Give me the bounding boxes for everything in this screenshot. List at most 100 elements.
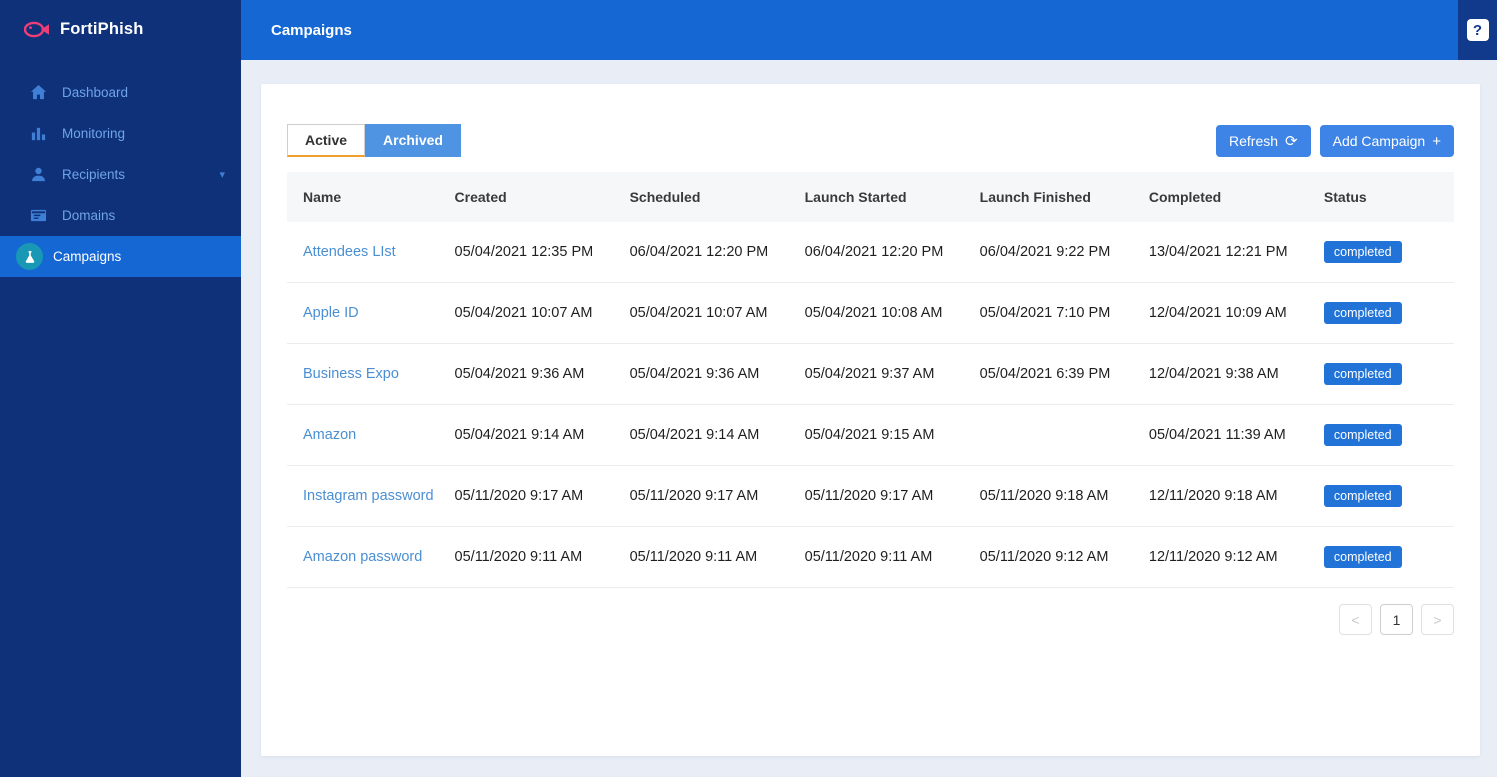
app-layout: FortiPhish Dashboard Monitoring Recipien… [0, 0, 1497, 777]
scheduled-cell: 06/04/2021 12:20 PM [619, 222, 795, 283]
sidebar-nav: Dashboard Monitoring Recipients ▾ Domain… [0, 72, 241, 277]
campaign-name-link[interactable]: Amazon [303, 427, 356, 443]
status-badge: completed [1323, 241, 1402, 263]
scheduled-cell: 05/04/2021 9:14 AM [619, 404, 795, 466]
status-cell: completed [1313, 526, 1454, 588]
help-button[interactable]: ? [1458, 0, 1497, 60]
sidebar-item-campaigns[interactable]: Campaigns [0, 236, 241, 277]
launch-finished-cell: 05/04/2021 7:10 PM [969, 282, 1139, 344]
main-area: Campaigns ? Active Archived Refresh ⟳ Ad… [241, 0, 1497, 777]
top-header: Campaigns ? [241, 0, 1497, 60]
status-cell: completed [1313, 343, 1454, 405]
campaign-name-cell: Instagram password [287, 465, 445, 527]
launch-finished-cell: 05/11/2020 9:12 AM [969, 526, 1139, 588]
sidebar-item-dashboard[interactable]: Dashboard [0, 72, 241, 113]
status-badge: completed [1323, 302, 1402, 324]
launch-started-cell: 06/04/2021 12:20 PM [794, 222, 970, 283]
sidebar-item-label: Dashboard [62, 85, 129, 100]
add-campaign-button-label: Add Campaign [1332, 133, 1426, 149]
campaign-name-cell: Apple ID [287, 282, 445, 344]
completed-cell: 13/04/2021 12:21 PM [1138, 222, 1314, 283]
launch-started-cell: 05/04/2021 9:37 AM [794, 343, 970, 405]
launch-started-cell: 05/04/2021 9:15 AM [794, 404, 970, 466]
table-header-row: Name Created Scheduled Launch Started Launch… [287, 172, 1454, 222]
content-area: Active Archived Refresh ⟳ Add Campaign + [241, 60, 1497, 777]
status-cell: completed [1313, 404, 1454, 466]
scheduled-cell: 05/04/2021 9:36 AM [619, 343, 795, 405]
bar-chart-icon [29, 125, 47, 143]
campaign-name-link[interactable]: Apple ID [303, 305, 359, 321]
launch-started-cell: 05/04/2021 10:08 AM [794, 282, 970, 344]
campaigns-card: Active Archived Refresh ⟳ Add Campaign + [261, 84, 1480, 756]
launch-started-cell: 05/11/2020 9:11 AM [794, 526, 970, 588]
launch-finished-cell: 05/11/2020 9:18 AM [969, 465, 1139, 527]
campaign-name-cell: Amazon [287, 404, 445, 466]
brand-name: FortiPhish [60, 20, 144, 38]
status-cell: completed [1313, 222, 1454, 283]
refresh-icon: ⟳ [1285, 132, 1298, 150]
next-page-button[interactable]: > [1421, 604, 1454, 635]
sidebar-item-domains[interactable]: Domains [0, 195, 241, 236]
sidebar-item-monitoring[interactable]: Monitoring [0, 113, 241, 154]
home-icon [29, 84, 47, 102]
status-badge: completed [1323, 485, 1402, 507]
brand: FortiPhish [0, 0, 241, 60]
table-body: Attendees LIst 05/04/2021 12:35 PM 06/04/2… [287, 222, 1454, 588]
completed-cell: 12/11/2020 9:12 AM [1138, 526, 1314, 588]
column-header: Launch Started [794, 172, 970, 222]
sidebar: FortiPhish Dashboard Monitoring Recipien… [0, 0, 241, 777]
user-icon [29, 166, 47, 184]
status-cell: completed [1313, 465, 1454, 527]
launch-finished-cell [969, 404, 1139, 466]
toolbar: Refresh ⟳ Add Campaign + [1216, 125, 1454, 157]
refresh-button[interactable]: Refresh ⟳ [1216, 125, 1311, 157]
pagination: < 1 > [287, 604, 1454, 635]
table-row: Business Expo 05/04/2021 9:36 AM 05/04/202… [287, 343, 1454, 405]
plus-icon: + [1432, 132, 1441, 150]
scheduled-cell: 05/04/2021 10:07 AM [619, 282, 795, 344]
sidebar-item-label: Domains [62, 208, 116, 223]
table-row: Apple ID 05/04/2021 10:07 AM 05/04/2021 10… [287, 282, 1454, 344]
status-badge: completed [1323, 363, 1402, 385]
created-cell: 05/11/2020 9:17 AM [444, 465, 620, 527]
sidebar-item-label: Monitoring [62, 126, 126, 141]
fortiphish-logo-icon [24, 21, 49, 38]
completed-cell: 12/11/2020 9:18 AM [1138, 465, 1314, 527]
status-cell: completed [1313, 282, 1454, 344]
completed-cell: 12/04/2021 9:38 AM [1138, 343, 1314, 405]
sidebar-item-recipients[interactable]: Recipients ▾ [0, 154, 241, 195]
add-campaign-button[interactable]: Add Campaign + [1319, 125, 1454, 157]
campaign-name-cell: Attendees LIst [287, 222, 445, 283]
campaign-name-cell: Business Expo [287, 343, 445, 405]
completed-cell: 05/04/2021 11:39 AM [1138, 404, 1314, 466]
tab-active[interactable]: Active [287, 124, 366, 157]
column-header: Created [444, 172, 620, 222]
table-row: Amazon 05/04/2021 9:14 AM 05/04/2021 9:14 … [287, 404, 1454, 466]
launch-started-cell: 05/11/2020 9:17 AM [794, 465, 970, 527]
campaigns-table: Name Created Scheduled Launch Started Launch… [287, 172, 1454, 588]
launch-finished-cell: 05/04/2021 6:39 PM [969, 343, 1139, 405]
previous-page-button[interactable]: < [1339, 604, 1372, 635]
campaign-tabs: Active Archived [287, 124, 461, 157]
launch-finished-cell: 06/04/2021 9:22 PM [969, 222, 1139, 283]
browser-icon [29, 207, 47, 225]
campaign-name-link[interactable]: Attendees LIst [303, 244, 396, 260]
status-badge: completed [1323, 424, 1402, 446]
tab-archived[interactable]: Archived [365, 124, 461, 157]
sidebar-item-label: Campaigns [53, 249, 122, 264]
created-cell: 05/04/2021 9:36 AM [444, 343, 620, 405]
scheduled-cell: 05/11/2020 9:11 AM [619, 526, 795, 588]
campaign-name-link[interactable]: Business Expo [303, 366, 399, 382]
column-header: Completed [1138, 172, 1314, 222]
column-header: Status [1313, 172, 1454, 222]
campaign-name-link[interactable]: Instagram password [303, 488, 434, 504]
created-cell: 05/11/2020 9:11 AM [444, 526, 620, 588]
table-row: Instagram password 05/11/2020 9:17 AM 05/1… [287, 465, 1454, 527]
campaign-name-link[interactable]: Amazon password [303, 549, 422, 565]
created-cell: 05/04/2021 12:35 PM [444, 222, 620, 283]
refresh-button-label: Refresh [1229, 133, 1279, 149]
sidebar-item-label: Recipients [62, 167, 126, 182]
page-number-button[interactable]: 1 [1380, 604, 1413, 635]
chevron-down-icon[interactable]: ▾ [219, 168, 225, 181]
flask-icon [16, 243, 43, 270]
